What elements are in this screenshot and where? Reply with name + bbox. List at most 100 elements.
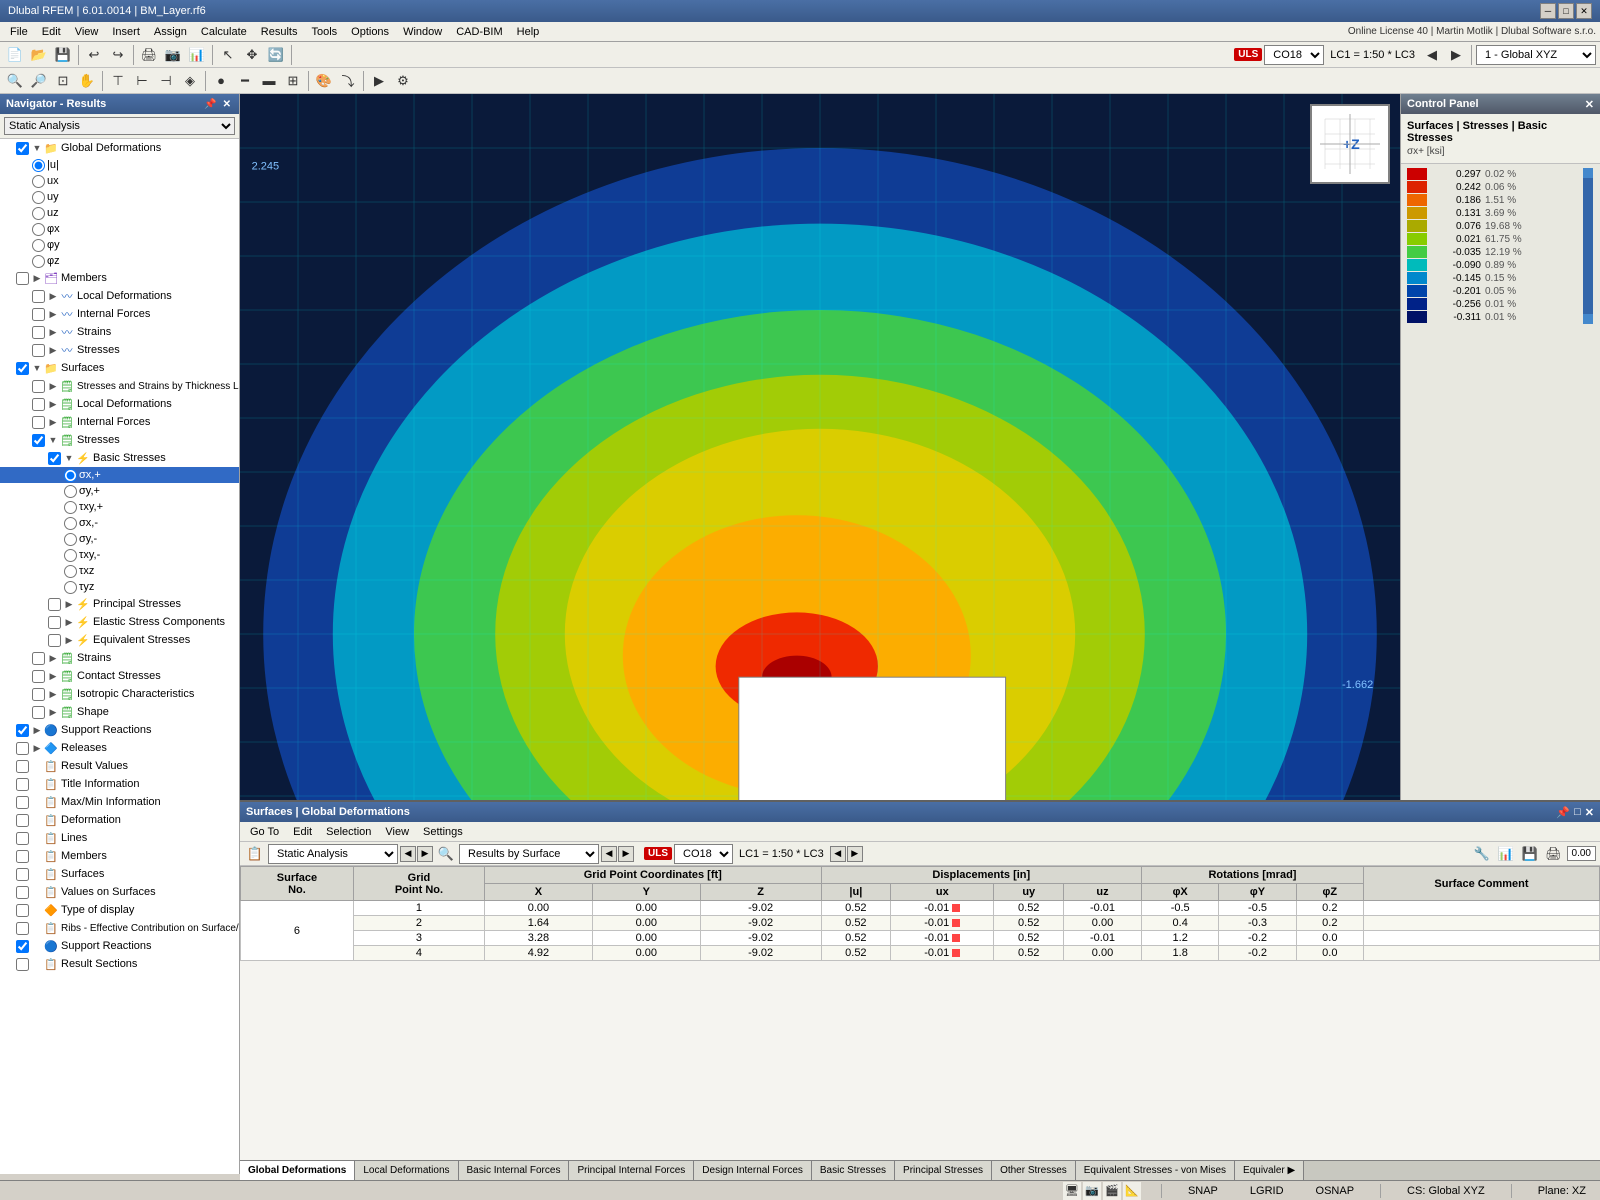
check-local-def-m[interactable] <box>32 290 45 303</box>
save-button[interactable]: 💾 <box>52 44 74 66</box>
bp-results-prev[interactable]: ◀ <box>601 846 617 862</box>
bp-pin[interactable]: 📌 <box>1556 806 1570 819</box>
bp-header-buttons[interactable]: 📌 □ ✕ <box>1556 806 1594 819</box>
bp-tb-icon[interactable]: 📋 <box>244 843 266 865</box>
radio-lu[interactable] <box>32 159 45 172</box>
tree-result-values[interactable]: ▶ 📋 Result Values <box>0 757 239 775</box>
tab-basic-stresses[interactable]: Basic Stresses <box>812 1161 895 1180</box>
view-top[interactable]: ⊤ <box>107 70 129 92</box>
show-nodes[interactable]: ● <box>210 70 232 92</box>
radio-phiy[interactable] <box>32 239 45 252</box>
tree-elastic-stress[interactable]: ▶ ⚡ Elastic Stress Components <box>0 613 239 631</box>
expand-releases[interactable]: ▶ <box>31 742 43 754</box>
deform-mode[interactable]: ⤵ <box>337 70 359 92</box>
tree-equivalent-stresses[interactable]: ▶ ⚡ Equivalent Stresses <box>0 631 239 649</box>
check-global-deformations[interactable] <box>16 142 29 155</box>
bp-lc-prev[interactable]: ◀ <box>830 846 846 862</box>
tree-uz[interactable]: uz <box>0 205 239 221</box>
check-basic-stresses[interactable] <box>48 452 61 465</box>
bp-results-combo[interactable]: Results by Surface <box>459 844 599 864</box>
tree-result-sections[interactable]: ▶ 📋 Result Sections <box>0 955 239 973</box>
tab-principal-internal-forces[interactable]: Principal Internal Forces <box>569 1161 694 1180</box>
tab-other-stresses[interactable]: Other Stresses <box>992 1161 1076 1180</box>
tab-basic-internal-forces[interactable]: Basic Internal Forces <box>459 1161 570 1180</box>
select-button[interactable]: ↖ <box>217 44 239 66</box>
bp-maximize[interactable]: □ <box>1574 806 1581 819</box>
animate[interactable]: ▶ <box>368 70 390 92</box>
check-stresses-strains[interactable] <box>32 380 45 393</box>
analysis-type-select[interactable]: Static Analysis <box>4 117 235 135</box>
radio-sy-minus[interactable] <box>64 533 77 546</box>
tree-lines[interactable]: ▶ 📋 Lines <box>0 829 239 847</box>
check-stresses-s[interactable] <box>32 434 45 447</box>
check-elastic-stress[interactable] <box>48 616 61 629</box>
expand-local-def-s[interactable]: ▶ <box>47 398 59 410</box>
tab-global-deformations[interactable]: Global Deformations <box>240 1161 355 1180</box>
tab-equivalent-stresses[interactable]: Equivalent Stresses - von Mises <box>1076 1161 1235 1180</box>
tree-sy-minus[interactable]: σy,- <box>0 531 239 547</box>
nav-next[interactable]: ▶ <box>1445 44 1467 66</box>
check-principal-stresses[interactable] <box>48 598 61 611</box>
check-title-information[interactable] <box>16 778 29 791</box>
bp-analysis-combo[interactable]: Static Analysis <box>268 844 398 864</box>
radio-txy-plus[interactable] <box>64 501 77 514</box>
expand-contact-stresses[interactable]: ▶ <box>47 670 59 682</box>
tree-phiy[interactable]: φy <box>0 237 239 253</box>
tree-local-def-m[interactable]: ▶ 〰 Local Deformations <box>0 287 239 305</box>
print-button[interactable]: 🖨 <box>138 44 160 66</box>
radio-uz[interactable] <box>32 207 45 220</box>
radio-sx-minus[interactable] <box>64 517 77 530</box>
check-members-n[interactable] <box>16 850 29 863</box>
check-result-values[interactable] <box>16 760 29 773</box>
radio-txz[interactable] <box>64 565 77 578</box>
tree-isotropic[interactable]: ▶ 🗒 Isotropic Characteristics <box>0 685 239 703</box>
tree-title-information[interactable]: ▶ 📋 Title Information <box>0 775 239 793</box>
bp-next[interactable]: ▶ <box>417 846 433 862</box>
expand-stresses-strains[interactable]: ▶ <box>47 380 59 392</box>
zoom-in[interactable]: 🔍 <box>4 70 26 92</box>
nav-header-buttons[interactable]: 📌 ✕ <box>202 99 233 110</box>
expand-principal-stresses[interactable]: ▶ <box>63 598 75 610</box>
show-surfaces[interactable]: ▬ <box>258 70 280 92</box>
sb-icon-1[interactable]: 🖥 <box>1063 1182 1081 1200</box>
check-contact-stresses[interactable] <box>32 670 45 683</box>
tab-equivaler[interactable]: Equivaler ▶ <box>1235 1161 1304 1180</box>
rotate-button[interactable]: 🔄 <box>265 44 287 66</box>
check-deformation[interactable] <box>16 814 29 827</box>
check-strains-m[interactable] <box>32 326 45 339</box>
nav-prev[interactable]: ◀ <box>1421 44 1443 66</box>
new-button[interactable]: 📄 <box>4 44 26 66</box>
coord-system-combo[interactable]: 1 - Global XYZ <box>1476 45 1596 65</box>
radio-phix[interactable] <box>32 223 45 236</box>
tab-principal-stresses[interactable]: Principal Stresses <box>895 1161 992 1180</box>
menu-insert[interactable]: Insert <box>106 24 146 40</box>
nav-close[interactable]: ✕ <box>221 99 233 110</box>
expand-basic-stresses[interactable]: ▼ <box>63 452 75 464</box>
tab-local-deformations[interactable]: Local Deformations <box>355 1161 458 1180</box>
redo-button[interactable]: ↪ <box>107 44 129 66</box>
tree-phiz[interactable]: φz <box>0 253 239 269</box>
tree-basic-stresses[interactable]: ▼ ⚡ Basic Stresses <box>0 449 239 467</box>
expand-local-def-m[interactable]: ▶ <box>47 290 59 302</box>
tree-local-def-s[interactable]: ▶ 🗒 Local Deformations <box>0 395 239 413</box>
bp-tb-icon-2[interactable]: 🔧 <box>1471 843 1493 865</box>
tree-members[interactable]: ▶ 🗂 Members <box>0 269 239 287</box>
tree-stresses-m[interactable]: ▶ 〰 Stresses <box>0 341 239 359</box>
tree-releases[interactable]: ▶ 🔷 Releases <box>0 739 239 757</box>
menu-assign[interactable]: Assign <box>148 24 193 40</box>
check-shape[interactable] <box>32 706 45 719</box>
tree-strains-m[interactable]: ▶ 〰 Strains <box>0 323 239 341</box>
tree-ribs[interactable]: ▶ 📋 Ribs - Effective Contribution on Sur… <box>0 919 239 937</box>
expand-global-deformations[interactable]: ▼ <box>31 142 43 154</box>
menu-results[interactable]: Results <box>255 24 304 40</box>
check-result-sections[interactable] <box>16 958 29 971</box>
radio-sy-plus[interactable] <box>64 485 77 498</box>
tree-maxmin[interactable]: ▶ 📋 Max/Min Information <box>0 793 239 811</box>
tree-internal-forces-s[interactable]: ▶ 🗒 Internal Forces <box>0 413 239 431</box>
tree-uy[interactable]: uy <box>0 189 239 205</box>
check-support-reactions[interactable] <box>16 724 29 737</box>
bp-tb-icon-3[interactable]: 📊 <box>1495 843 1517 865</box>
cp-close[interactable]: ✕ <box>1585 98 1594 111</box>
expand-support-reactions[interactable]: ▶ <box>31 724 43 736</box>
check-type-of-display[interactable] <box>16 904 29 917</box>
